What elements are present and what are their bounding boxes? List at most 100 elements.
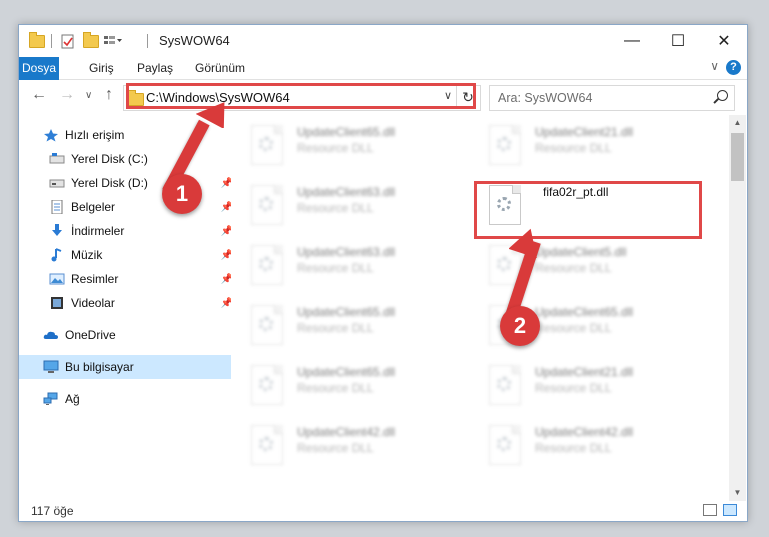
sidebar-item-onedrive[interactable]: OneDrive — [19, 323, 237, 347]
sidebar-item-this-pc[interactable]: Bu bilgisayar — [19, 355, 237, 379]
file-type: Resource DLL — [297, 261, 374, 275]
file-item[interactable]: UpdateClient63.dll Resource DLL — [243, 243, 463, 293]
file-item[interactable]: UpdateClient21.dll Resource DLL — [481, 363, 701, 413]
close-button[interactable]: ✕ — [701, 25, 747, 57]
star-icon — [43, 128, 59, 142]
file-item[interactable]: UpdateClient21.dll Resource DLL — [481, 123, 701, 173]
large-icons-view-icon[interactable] — [723, 504, 737, 516]
help-icon[interactable]: ? — [726, 60, 741, 75]
explorer-window: SysWOW64 — ☐ ✕ Dosya Giriş Paylaş Görünü… — [18, 24, 748, 522]
file-item[interactable]: UpdateClient65.dll Resource DLL — [243, 123, 463, 173]
sidebar-item-label: Bu bilgisayar — [65, 360, 134, 374]
scroll-up-icon[interactable]: ▲ — [729, 115, 746, 131]
ribbon-tabs: Dosya Giriş Paylaş Görünüm ∨ ? — [19, 57, 747, 107]
navigation-bar: ← → ∨ ↑ C:\Windows\SysWOW64 ∨ ↻ Ara: Sys… — [19, 80, 747, 114]
file-item[interactable]: UpdateClient65.dll Resource DLL — [243, 303, 463, 353]
file-name: UpdateClient42.dll — [297, 425, 396, 439]
file-type: Resource DLL — [297, 141, 374, 155]
up-button[interactable]: ↑ — [105, 86, 113, 104]
file-name: UpdateClient65.dll — [297, 125, 396, 139]
drive-icon — [49, 176, 65, 190]
properties-icon[interactable] — [61, 33, 75, 49]
videos-icon — [49, 296, 65, 310]
file-type: Resource DLL — [535, 321, 612, 335]
scroll-down-icon[interactable]: ▼ — [729, 485, 746, 501]
file-item[interactable]: UpdateClient42.dll Resource DLL — [481, 423, 701, 473]
sidebar-item-local-disk-d[interactable]: Yerel Disk (D:) 📌 — [19, 171, 243, 195]
back-button[interactable]: ← — [31, 86, 47, 104]
item-count: 117 öğe — [31, 504, 74, 518]
music-icon — [49, 248, 65, 262]
file-name: UpdateClient65.dll — [535, 305, 634, 319]
minimize-button[interactable]: — — [609, 25, 655, 57]
callout-1: 1 — [162, 174, 202, 214]
sidebar-item-label: Ağ — [65, 392, 80, 406]
separator — [51, 34, 52, 48]
sidebar-item-local-disk-c[interactable]: Yerel Disk (C:) — [19, 147, 243, 171]
file-list: UpdateClient65.dll Resource DLL UpdateCl… — [231, 115, 727, 501]
separator — [147, 34, 148, 48]
search-input[interactable]: Ara: SysWOW64 — [489, 85, 735, 111]
network-icon — [43, 392, 59, 406]
details-view-icon[interactable] — [703, 504, 717, 516]
file-name: UpdateClient21.dll — [535, 365, 634, 379]
file-name: UpdateClient63.dll — [297, 185, 396, 199]
callout-2: 2 — [500, 306, 540, 346]
gear-icon — [259, 377, 273, 391]
computer-icon — [43, 360, 59, 374]
gear-icon — [259, 197, 273, 211]
sidebar-item-network[interactable]: Ağ — [19, 387, 237, 411]
file-name: UpdateClient5.dll — [535, 245, 627, 259]
file-type: Resource DLL — [297, 381, 374, 395]
sidebar-item-label: OneDrive — [65, 328, 116, 342]
cloud-icon — [43, 328, 59, 342]
file-name: UpdateClient65.dll — [297, 305, 396, 319]
folder-icon — [29, 31, 45, 49]
file-item[interactable]: UpdateClient63.dll Resource DLL — [243, 183, 463, 233]
file-name: UpdateClient65.dll — [297, 365, 396, 379]
download-icon — [49, 224, 65, 238]
maximize-button[interactable]: ☐ — [655, 25, 701, 57]
recent-locations-button[interactable]: ∨ — [85, 90, 92, 101]
forward-button[interactable]: → — [59, 86, 75, 104]
sidebar-item-label: Resimler — [71, 272, 119, 286]
arrow-head-icon — [196, 102, 225, 128]
file-item[interactable]: UpdateClient65.dll Resource DLL — [243, 363, 463, 413]
file-item[interactable]: UpdateClient42.dll Resource DLL — [243, 423, 463, 473]
arrow-head-icon — [509, 228, 537, 258]
sidebar-item-label: Hızlı erişim — [65, 128, 125, 142]
sidebar-item-label: Yerel Disk (D:) — [71, 176, 148, 190]
status-bar: 117 öğe — [19, 501, 747, 521]
file-type: Resource DLL — [535, 261, 612, 275]
sidebar-item-music[interactable]: Müzik 📌 — [19, 243, 243, 267]
customize-toolbar-icon[interactable] — [103, 33, 123, 49]
sidebar-item-label: Yerel Disk (C:) — [71, 152, 148, 166]
sidebar-item-label: Belgeler — [71, 200, 116, 214]
sidebar-item-documents[interactable]: Belgeler 📌 — [19, 195, 243, 219]
sidebar-item-videos[interactable]: Videolar 📌 — [19, 291, 243, 315]
file-type: Resource DLL — [297, 201, 374, 215]
new-folder-icon[interactable] — [83, 31, 99, 49]
tab-home[interactable]: Giriş — [81, 57, 122, 79]
sidebar-item-downloads[interactable]: İndirmeler 📌 — [19, 219, 243, 243]
gear-icon — [497, 377, 511, 391]
search-icon[interactable] — [717, 90, 728, 101]
tab-share[interactable]: Paylaş — [129, 57, 181, 79]
scroll-thumb[interactable] — [731, 133, 744, 181]
file-type: Resource DLL — [535, 141, 612, 155]
search-placeholder: Ara: SysWOW64 — [498, 91, 593, 105]
sidebar-item-label: İndirmeler — [71, 224, 125, 238]
tab-view[interactable]: Görünüm — [187, 57, 253, 79]
file-type: Resource DLL — [297, 441, 374, 455]
documents-icon — [49, 199, 65, 215]
ribbon-collapse-icon[interactable]: ∨ — [710, 59, 719, 73]
file-name: UpdateClient63.dll — [297, 245, 396, 259]
sidebar-item-pictures[interactable]: Resimler 📌 — [19, 267, 243, 291]
gear-icon — [259, 437, 273, 451]
file-name: UpdateClient42.dll — [535, 425, 634, 439]
vertical-scrollbar[interactable]: ▲ ▼ — [729, 115, 746, 501]
file-type: Resource DLL — [535, 381, 612, 395]
gear-icon — [497, 137, 511, 151]
file-name: UpdateClient21.dll — [535, 125, 634, 139]
file-type: Resource DLL — [535, 441, 612, 455]
